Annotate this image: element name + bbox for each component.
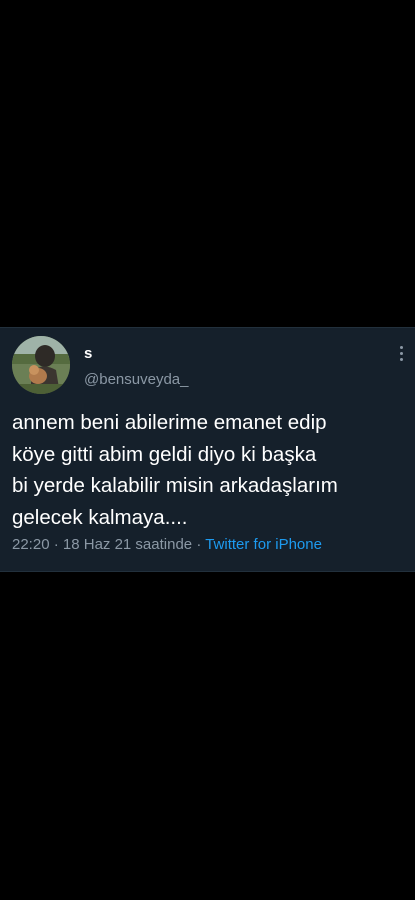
tweet-text: annem beni abilerime emanet edip köye gi… <box>12 411 338 529</box>
meta-separator: · <box>49 536 63 553</box>
meta-separator: · <box>192 536 206 553</box>
more-vertical-icon <box>399 345 403 349</box>
tweet-date[interactable]: 18 Haz 21 saatinde <box>63 536 192 553</box>
tweet-time[interactable]: 22:20 <box>12 536 50 553</box>
more-vertical-icon-dot <box>399 351 403 355</box>
tweet-meta: 22:20 · 18 Haz 21 saatinde · Twitter for… <box>12 536 322 554</box>
user-handle[interactable]: @bensuveyda_ <box>84 371 188 389</box>
tweet-source-link[interactable]: Twitter for iPhone <box>205 536 322 553</box>
tweet-card[interactable]: s @bensuveyda_ annem beni abilerime eman… <box>0 327 415 572</box>
more-vertical-icon-dot <box>399 357 403 361</box>
display-name[interactable]: s <box>84 345 92 363</box>
avatar-image <box>12 336 70 394</box>
avatar[interactable] <box>12 336 70 394</box>
more-options-button[interactable] <box>393 342 409 364</box>
